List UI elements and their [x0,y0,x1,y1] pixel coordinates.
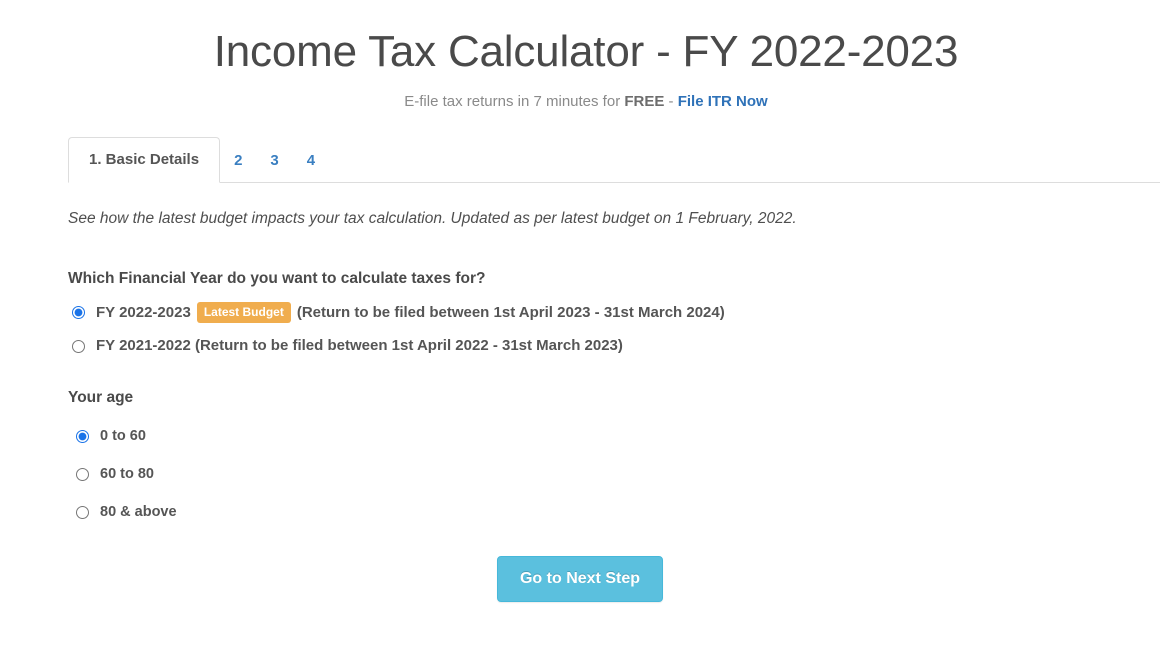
subtitle-dash: - [664,93,678,110]
tabs-container: 1. Basic Details 2 3 4 [0,136,1172,183]
tab-step-2[interactable]: 2 [220,138,256,183]
age-radio-0-to-60[interactable] [76,429,89,443]
fy-detail-2021-2022: (Return to be filed between 1st April 20… [194,337,623,354]
financial-year-question: Which Financial Year do you want to calc… [68,270,486,287]
tab-step-4[interactable]: 4 [293,138,329,183]
age-option-row-0-60[interactable]: 0 to 60 [68,426,1152,446]
age-radio-60-to-80[interactable] [76,467,89,481]
subtitle: E-file tax returns in 7 minutes for FREE… [0,92,1172,112]
next-button-container: Go to Next Step [68,556,1152,602]
fy-label-2021-2022: FY 2021-2022 (Return to be filed between… [96,336,623,356]
age-label-80-and-above: 80 & above [100,504,177,520]
fy-name-2022-2023: FY 2022-2023 [96,304,191,321]
latest-budget-badge: Latest Budget [196,302,291,323]
fy-option-row-2021[interactable]: FY 2021-2022 (Return to be filed between… [68,336,1152,356]
main-content: See how the latest budget impacts your t… [0,209,1172,602]
age-option-row-80-above[interactable]: 80 & above [68,502,1152,522]
subtitle-free-text: FREE [624,93,665,110]
fy-radio-2021-2022[interactable] [72,339,85,353]
budget-note: See how the latest budget impacts your t… [68,210,797,227]
fy-radio-2022-2023[interactable] [72,306,85,319]
go-to-next-step-button[interactable]: Go to Next Step [496,556,663,602]
age-label-60-to-80: 60 to 80 [100,466,154,482]
age-question: Your age [68,389,134,406]
tab-basic-details[interactable]: 1. Basic Details [68,137,221,183]
age-option-row-60-80[interactable]: 60 to 80 [68,464,1152,484]
fy-label-2022-2023: FY 2022-2023 Latest Budget (Return to be f… [96,302,725,323]
page-title: Income Tax Calculator - FY 2022-2023 [213,27,959,76]
subtitle-prefix: E-file tax returns in 7 minutes for [404,93,625,110]
file-itr-now-link[interactable]: File ITR Now [678,93,768,110]
tab-step-3[interactable]: 3 [256,138,292,183]
fy-name-2021-2022: FY 2021-2022 [96,337,191,354]
fy-detail-2022-2023: (Return to be filed between 1st April 20… [296,304,725,321]
age-radio-80-and-above[interactable] [76,505,89,519]
fy-option-row-2022[interactable]: FY 2022-2023 Latest Budget (Return to be f… [68,302,1152,323]
tabs-row: 1. Basic Details 2 3 4 [68,136,1160,183]
age-label-0-to-60: 0 to 60 [100,428,146,444]
